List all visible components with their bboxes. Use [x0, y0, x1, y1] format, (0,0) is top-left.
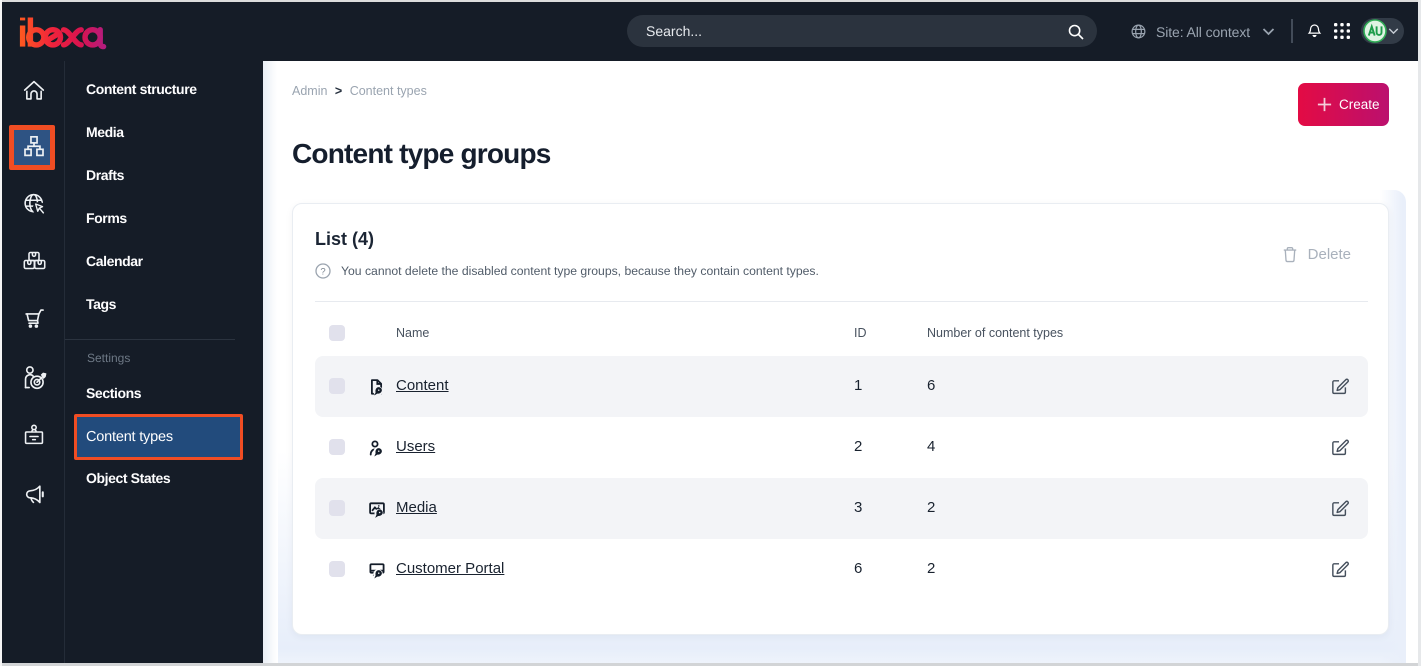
svg-text:?: ?	[320, 266, 325, 277]
